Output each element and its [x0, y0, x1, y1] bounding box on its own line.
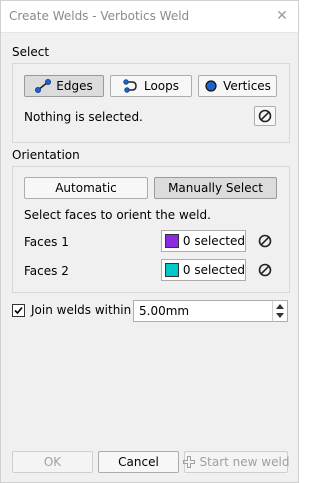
ok-button[interactable]: OK	[12, 451, 93, 473]
select-section-label: Select	[12, 45, 50, 59]
cancel-button[interactable]: Cancel	[98, 451, 179, 473]
clear-icon	[258, 109, 272, 123]
faces-2-label: Faces 2	[24, 264, 69, 278]
faces-1-selector[interactable]: 0 selected	[161, 230, 246, 252]
vertices-button[interactable]: Vertices	[198, 75, 277, 97]
automatic-button-label: Automatic	[55, 181, 117, 195]
join-distance-value: 5.00mm	[139, 304, 190, 318]
join-welds-checkbox[interactable]	[12, 304, 25, 317]
plus-icon	[182, 456, 195, 468]
loop-icon	[123, 79, 139, 93]
edges-button-label: Edges	[56, 79, 93, 93]
orientation-hint: Select faces to orient the weld.	[24, 208, 211, 222]
loops-button-label: Loops	[143, 79, 180, 93]
join-distance-spinbox[interactable]: 5.00mm	[133, 300, 288, 322]
edges-button[interactable]: Edges	[24, 75, 104, 97]
orientation-group: Automatic Manually Select Select faces t…	[12, 166, 290, 293]
checkmark-icon	[14, 306, 23, 315]
window-title: Create Welds - Verbotics Weld	[9, 9, 190, 23]
faces-1-label: Faces 1	[24, 235, 69, 249]
vertex-icon	[204, 79, 218, 93]
select-group: Edges Loops Vertices Nothing is selected…	[12, 63, 290, 143]
selection-status: Nothing is selected.	[24, 110, 143, 124]
close-icon[interactable]: ✕	[274, 8, 290, 24]
clear-faces-2-icon[interactable]	[256, 261, 274, 279]
faces-1-value: 0 selected	[182, 234, 245, 248]
title-bar: Create Welds - Verbotics Weld ✕	[1, 1, 298, 33]
manually-select-button[interactable]: Manually Select	[154, 177, 277, 199]
orientation-section-label: Orientation	[12, 148, 80, 162]
join-welds-label: Join welds within	[31, 303, 132, 317]
manually-select-button-label: Manually Select	[168, 181, 263, 195]
clear-selection-button[interactable]	[254, 106, 276, 126]
vertices-button-label: Vertices	[223, 79, 271, 93]
cancel-button-label: Cancel	[118, 455, 159, 469]
spin-down-icon[interactable]	[276, 313, 284, 318]
create-welds-dialog: Create Welds - Verbotics Weld ✕ Select E…	[0, 0, 299, 483]
automatic-button[interactable]: Automatic	[24, 177, 148, 199]
faces-2-color-swatch	[165, 263, 179, 277]
faces-2-selector[interactable]: 0 selected	[161, 259, 246, 281]
loops-button[interactable]: Loops	[110, 75, 192, 97]
spin-arrows[interactable]	[272, 301, 287, 321]
ok-button-label: OK	[43, 455, 62, 469]
start-new-weld-label: Start new weld	[199, 455, 290, 469]
faces-2-value: 0 selected	[182, 263, 245, 277]
clear-faces-1-icon[interactable]	[256, 232, 274, 250]
edge-icon	[35, 79, 52, 93]
faces-1-color-swatch	[165, 234, 179, 248]
spin-up-icon[interactable]	[276, 304, 284, 309]
start-new-weld-button[interactable]: Start new weld	[182, 451, 290, 473]
